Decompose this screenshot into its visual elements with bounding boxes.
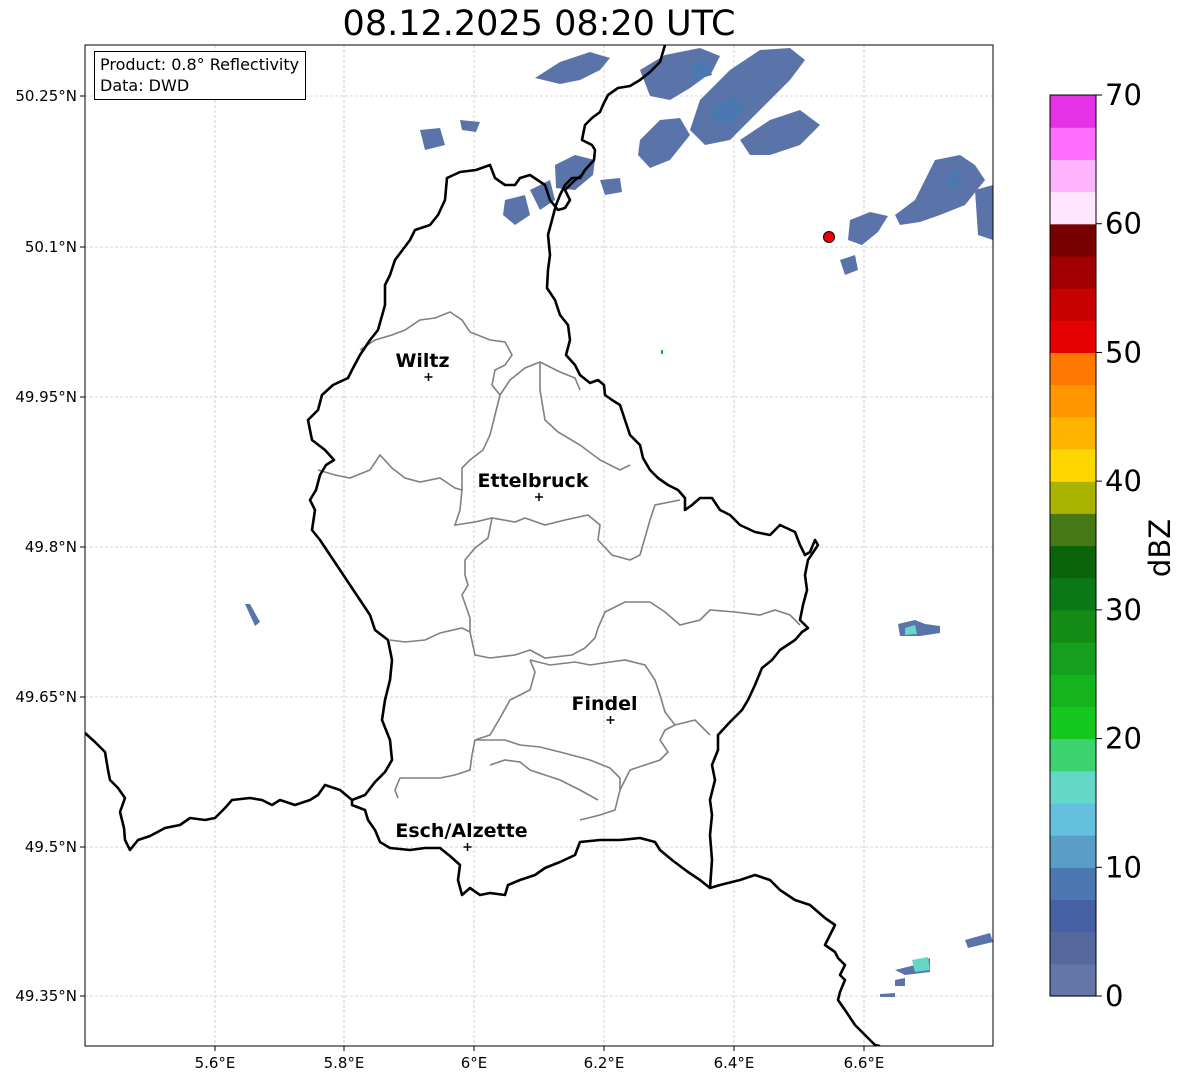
colorbar-segment bbox=[1050, 95, 1096, 128]
y-tick-label: 49.35°N bbox=[15, 987, 77, 1005]
colorbar-segment bbox=[1050, 642, 1096, 675]
colorbar-segment bbox=[1050, 448, 1096, 482]
y-tick-label: 49.95°N bbox=[15, 388, 77, 406]
colorbar-segment bbox=[1050, 384, 1096, 418]
colorbar-segment bbox=[1050, 899, 1096, 933]
colorbar-segment bbox=[1050, 288, 1096, 321]
colorbar-segment bbox=[1050, 931, 1096, 965]
y-tick-label: 50.25°N bbox=[15, 87, 77, 105]
y-tick-label: 49.5°N bbox=[25, 838, 77, 856]
colorbar-segment bbox=[1050, 577, 1096, 611]
colorbar-segment bbox=[1050, 481, 1096, 514]
colorbar-segment bbox=[1050, 191, 1096, 225]
colorbar-segment bbox=[1050, 706, 1096, 740]
city-label: Findel bbox=[571, 693, 637, 715]
colorbar-tick-label: 70 bbox=[1105, 78, 1142, 112]
colorbar-label: dBZ bbox=[1143, 519, 1177, 577]
colorbar-segment bbox=[1050, 545, 1096, 579]
colorbar-segment bbox=[1050, 835, 1096, 868]
colorbar-tick-label: 30 bbox=[1105, 593, 1142, 627]
colorbar-segment bbox=[1050, 255, 1096, 289]
x-tick-label: 6°E bbox=[461, 1054, 488, 1072]
x-tick-label: 6.6°E bbox=[844, 1054, 885, 1072]
data-source-label: Data: DWD bbox=[100, 76, 190, 95]
colorbar-tick-label: 20 bbox=[1105, 722, 1142, 756]
colorbar-segment bbox=[1050, 674, 1096, 707]
y-tick-label: 49.65°N bbox=[15, 688, 77, 706]
product-info-box: Product: 0.8° Reflectivity Data: DWD bbox=[94, 51, 307, 100]
colorbar-segment bbox=[1050, 159, 1096, 193]
y-tick-label: 50.1°N bbox=[25, 238, 77, 256]
colorbar-segment bbox=[1050, 127, 1096, 160]
y-tick-label: 49.8°N bbox=[25, 538, 77, 556]
colorbar-segment bbox=[1050, 513, 1096, 547]
colorbar-segment bbox=[1050, 738, 1096, 772]
colorbar-segment bbox=[1050, 352, 1096, 386]
x-tick-label: 6.2°E bbox=[584, 1054, 625, 1072]
x-tick-label: 6.4°E bbox=[714, 1054, 755, 1072]
city-label: Wiltz bbox=[395, 350, 449, 372]
product-label: Product: 0.8° Reflectivity bbox=[100, 55, 300, 74]
city-label: Esch/Alzette bbox=[395, 820, 527, 842]
colorbar-tick-label: 10 bbox=[1105, 850, 1142, 884]
colorbar-segment bbox=[1050, 867, 1096, 901]
colorbar-tick-label: 50 bbox=[1105, 335, 1142, 369]
colorbar-segment bbox=[1050, 320, 1096, 354]
colorbar: 0 10 20 30 40 50 60 70 dBZ bbox=[1049, 78, 1177, 1013]
colorbar-segment bbox=[1050, 223, 1096, 257]
colorbar-segment bbox=[1050, 609, 1096, 643]
colorbar-segment bbox=[1050, 963, 1096, 997]
radar-site-marker bbox=[823, 231, 835, 243]
colorbar-tick-label: 60 bbox=[1105, 207, 1142, 241]
colorbar-segment bbox=[1050, 802, 1096, 836]
colorbar-segment bbox=[1050, 416, 1096, 450]
x-tick-label: 5.6°E bbox=[195, 1054, 236, 1072]
city-label: Ettelbruck bbox=[478, 470, 589, 492]
radar-map: Wiltz Ettelbruck Findel Esch/Alzette 5.6°E 5… bbox=[15, 44, 1177, 1072]
colorbar-segment bbox=[1050, 770, 1096, 804]
colorbar-tick-label: 0 bbox=[1105, 979, 1123, 1013]
x-tick-label: 5.8°E bbox=[324, 1054, 365, 1072]
colorbar-tick-label: 40 bbox=[1105, 464, 1142, 498]
